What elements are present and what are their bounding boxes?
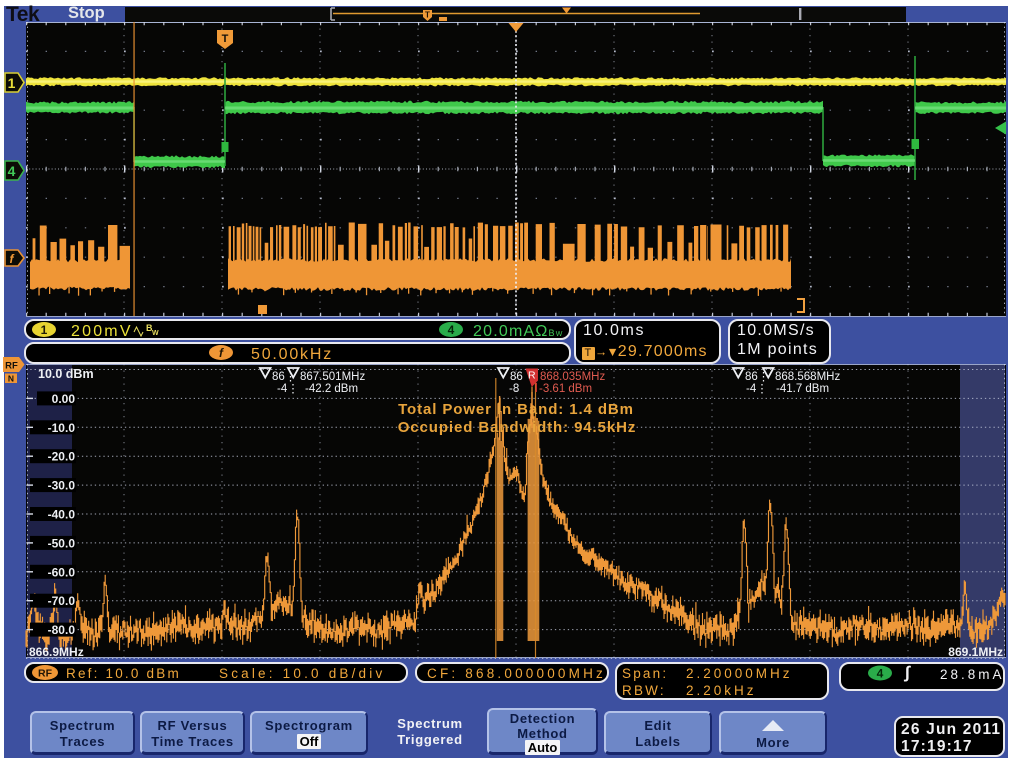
svg-text:Total Power in Band: 1.4 dBm: Total Power in Band: 1.4 dBm (398, 401, 634, 418)
svg-text:RF: RF (38, 668, 53, 680)
svg-text:-41.7 dBm: -41.7 dBm (776, 383, 829, 395)
svg-text:Occupied Bandwidth: 94.5kHz: Occupied Bandwidth: 94.5kHz (398, 419, 637, 436)
svg-text:869.1MHz: 869.1MHz (948, 645, 1003, 659)
svg-text:-70.0: -70.0 (48, 594, 76, 608)
svg-text:868.035MHz: 868.035MHz (540, 371, 605, 383)
svg-text:W: W (152, 330, 159, 337)
svg-text:1: 1 (41, 323, 48, 337)
svg-text:-42.2 dBm: -42.2 dBm (305, 383, 358, 395)
svg-text:-10.0: -10.0 (48, 421, 76, 435)
svg-text:1: 1 (8, 75, 16, 91)
svg-text:-20.0: -20.0 (48, 450, 76, 464)
svg-text:4: 4 (8, 163, 16, 179)
svg-text:-40.0: -40.0 (48, 508, 76, 522)
svg-text:-50.0: -50.0 (48, 536, 76, 550)
svg-text:0.00: 0.00 (52, 392, 76, 406)
svg-text:866.9MHz: 866.9MHz (29, 645, 84, 659)
svg-text:4: 4 (877, 667, 884, 681)
svg-text:867.501MHz: 867.501MHz (300, 371, 365, 383)
svg-text:N: N (8, 374, 14, 384)
svg-text:-60.0: -60.0 (48, 565, 76, 579)
svg-text:T: T (222, 33, 229, 45)
svg-text:-80.0: -80.0 (48, 623, 76, 637)
svg-text:-30.0: -30.0 (48, 479, 76, 493)
svg-text:-3.61 dBm: -3.61 dBm (539, 383, 592, 395)
svg-text:-4⋮: -4⋮ (746, 383, 768, 395)
svg-text:T: T (425, 11, 430, 20)
svg-text:10.0 dBm: 10.0 dBm (38, 367, 94, 381)
svg-text:RF: RF (5, 361, 18, 372)
svg-text:868.568MHz: 868.568MHz (775, 371, 840, 383)
svg-text:86: 86 (510, 371, 523, 383)
svg-text:R: R (528, 370, 536, 382)
svg-text:4: 4 (448, 323, 455, 337)
svg-text:-8: -8 (509, 383, 519, 395)
svg-text:-4⋮: -4⋮ (277, 383, 299, 395)
